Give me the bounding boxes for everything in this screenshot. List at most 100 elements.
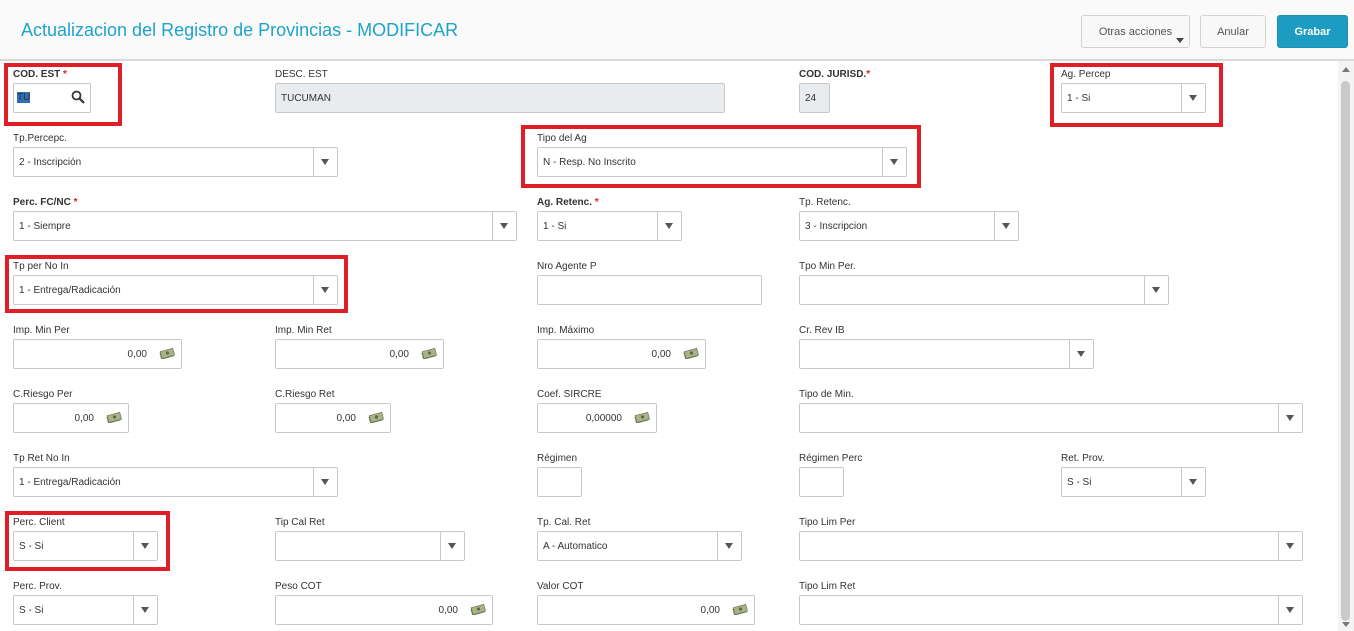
tipo-de-min-label: Tipo de Min.: [799, 389, 854, 400]
chevron-down-icon[interactable]: [1181, 84, 1205, 112]
tip-cal-ret-label: Tip Cal Ret: [275, 517, 325, 528]
money-icon[interactable]: [106, 412, 122, 423]
chevron-down-icon[interactable]: [440, 532, 464, 560]
c-riesgo-per-value: 0,00: [74, 413, 94, 424]
chevron-down-icon[interactable]: [313, 148, 337, 176]
cod-jurisd-label: COD. JURISD.*: [799, 69, 871, 80]
c-riesgo-per-input[interactable]: 0,00: [13, 403, 129, 433]
chevron-down-icon[interactable]: [882, 148, 906, 176]
chevron-down-icon[interactable]: [1278, 532, 1302, 560]
vertical-scrollbar[interactable]: [1338, 61, 1354, 631]
chevron-down-icon[interactable]: [133, 532, 157, 560]
desc-est-input: TUCUMAN: [275, 83, 725, 113]
perc-prov-select[interactable]: S - Si: [13, 595, 158, 625]
tip-cal-ret-select[interactable]: [275, 531, 465, 561]
chevron-down-icon: [1176, 38, 1184, 43]
imp-maximo-value: 0,00: [651, 349, 671, 360]
regimen-label: Régimen: [537, 453, 578, 464]
chevron-down-icon[interactable]: [1278, 404, 1302, 432]
chevron-down-icon[interactable]: [492, 212, 516, 240]
tp-per-no-in-label: Tp per No In: [13, 261, 69, 272]
cod-jurisd-input: 24: [799, 83, 830, 113]
perc-fc-nc-value: 1 - Siempre: [19, 221, 71, 232]
anular-button[interactable]: Anular: [1200, 15, 1266, 48]
scroll-up-arrow-icon[interactable]: [1342, 67, 1350, 72]
grabar-button[interactable]: Grabar: [1277, 15, 1348, 48]
valor-cot-input[interactable]: 0,00: [537, 595, 755, 625]
cr-rev-ib-select[interactable]: [799, 339, 1094, 369]
ret-prov-select[interactable]: S - Si: [1061, 467, 1206, 497]
chevron-down-icon[interactable]: [313, 468, 337, 496]
coef-sircre-input[interactable]: 0,00000: [537, 403, 657, 433]
chevron-down-icon[interactable]: [1144, 276, 1168, 304]
tp-cal-ret-label: Tp. Cal. Ret: [537, 517, 591, 528]
nro-agente-p-input[interactable]: [537, 275, 762, 305]
c-riesgo-ret-input[interactable]: 0,00: [275, 403, 391, 433]
imp-min-ret-value: 0,00: [389, 349, 409, 360]
perc-client-select[interactable]: S - Si: [13, 531, 158, 561]
c-riesgo-ret-value: 0,00: [336, 413, 356, 424]
money-icon[interactable]: [421, 348, 437, 359]
valor-cot-value: 0,00: [700, 605, 720, 616]
grabar-label: Grabar: [1294, 25, 1331, 38]
tp-percepc-select[interactable]: 2 - Inscripción: [13, 147, 338, 177]
tp-retenc-value: 3 - Inscripcion: [805, 221, 868, 232]
imp-min-ret-input[interactable]: 0,00: [275, 339, 444, 369]
chevron-down-icon[interactable]: [1278, 596, 1302, 624]
search-icon[interactable]: [71, 90, 85, 104]
form-area: COD. EST * TU DESC. EST TUCUMAN COD. JUR…: [0, 61, 1338, 631]
tipo-del-ag-label: Tipo del Ag: [537, 133, 587, 144]
money-icon[interactable]: [159, 348, 175, 359]
money-icon[interactable]: [732, 604, 748, 615]
money-icon[interactable]: [368, 412, 384, 423]
tp-cal-ret-value: A - Automatico: [543, 541, 608, 552]
tipo-del-ag-select[interactable]: N - Resp. No Inscrito: [537, 147, 907, 177]
regimen-perc-input[interactable]: [799, 467, 844, 497]
tp-per-no-in-select[interactable]: 1 - Entrega/Radicación: [13, 275, 338, 305]
money-icon[interactable]: [470, 604, 486, 615]
tp-percepc-label: Tp.Percepc.: [13, 133, 67, 144]
perc-fc-nc-label: Perc. FC/NC *: [13, 197, 78, 208]
tipo-lim-per-label: Tipo Lim Per: [799, 517, 856, 528]
money-icon[interactable]: [634, 412, 650, 423]
perc-fc-nc-select[interactable]: 1 - Siempre: [13, 211, 517, 241]
tp-ret-no-in-value: 1 - Entrega/Radicación: [19, 477, 121, 488]
tp-retenc-select[interactable]: 3 - Inscripcion: [799, 211, 1019, 241]
desc-est-value: TUCUMAN: [281, 93, 331, 104]
tipo-lim-per-select[interactable]: [799, 531, 1303, 561]
cr-rev-ib-label: Cr. Rev IB: [799, 325, 845, 336]
header-bar: Actualizacion del Registro de Provincias…: [0, 0, 1354, 61]
chevron-down-icon[interactable]: [1069, 340, 1093, 368]
ag-retenc-label: Ag. Retenc. *: [537, 197, 599, 208]
cod-est-input[interactable]: TU: [13, 83, 91, 113]
tp-ret-no-in-select[interactable]: 1 - Entrega/Radicación: [13, 467, 338, 497]
ag-percep-select[interactable]: 1 - Si: [1061, 83, 1206, 113]
perc-prov-label: Perc. Prov.: [13, 581, 62, 592]
scroll-down-arrow-icon[interactable]: [1342, 622, 1350, 627]
chevron-down-icon[interactable]: [994, 212, 1018, 240]
ag-retenc-value: 1 - Si: [543, 221, 567, 232]
chevron-down-icon[interactable]: [717, 532, 741, 560]
imp-maximo-input[interactable]: 0,00: [537, 339, 706, 369]
tp-percepc-value: 2 - Inscripción: [19, 157, 82, 168]
peso-cot-input[interactable]: 0,00: [275, 595, 493, 625]
imp-min-per-input[interactable]: 0,00: [13, 339, 182, 369]
page-title: Actualizacion del Registro de Provincias…: [21, 20, 459, 40]
scrollbar-thumb[interactable]: [1341, 81, 1350, 621]
tipo-de-min-select[interactable]: [799, 403, 1303, 433]
otras-acciones-button[interactable]: Otras acciones: [1081, 15, 1190, 48]
imp-maximo-label: Imp. Máximo: [537, 325, 595, 336]
money-icon[interactable]: [683, 348, 699, 359]
regimen-input[interactable]: [537, 467, 582, 497]
tpo-min-per-select[interactable]: [799, 275, 1169, 305]
tp-retenc-label: Tp. Retenc.: [799, 197, 851, 208]
ag-retenc-select[interactable]: 1 - Si: [537, 211, 682, 241]
tp-cal-ret-select[interactable]: A - Automatico: [537, 531, 742, 561]
chevron-down-icon[interactable]: [313, 276, 337, 304]
regimen-perc-label: Régimen Perc: [799, 453, 863, 464]
cod-est-value: TU: [17, 92, 31, 103]
chevron-down-icon[interactable]: [1181, 468, 1205, 496]
tipo-lim-ret-select[interactable]: [799, 595, 1303, 625]
chevron-down-icon[interactable]: [133, 596, 157, 624]
chevron-down-icon[interactable]: [657, 212, 681, 240]
